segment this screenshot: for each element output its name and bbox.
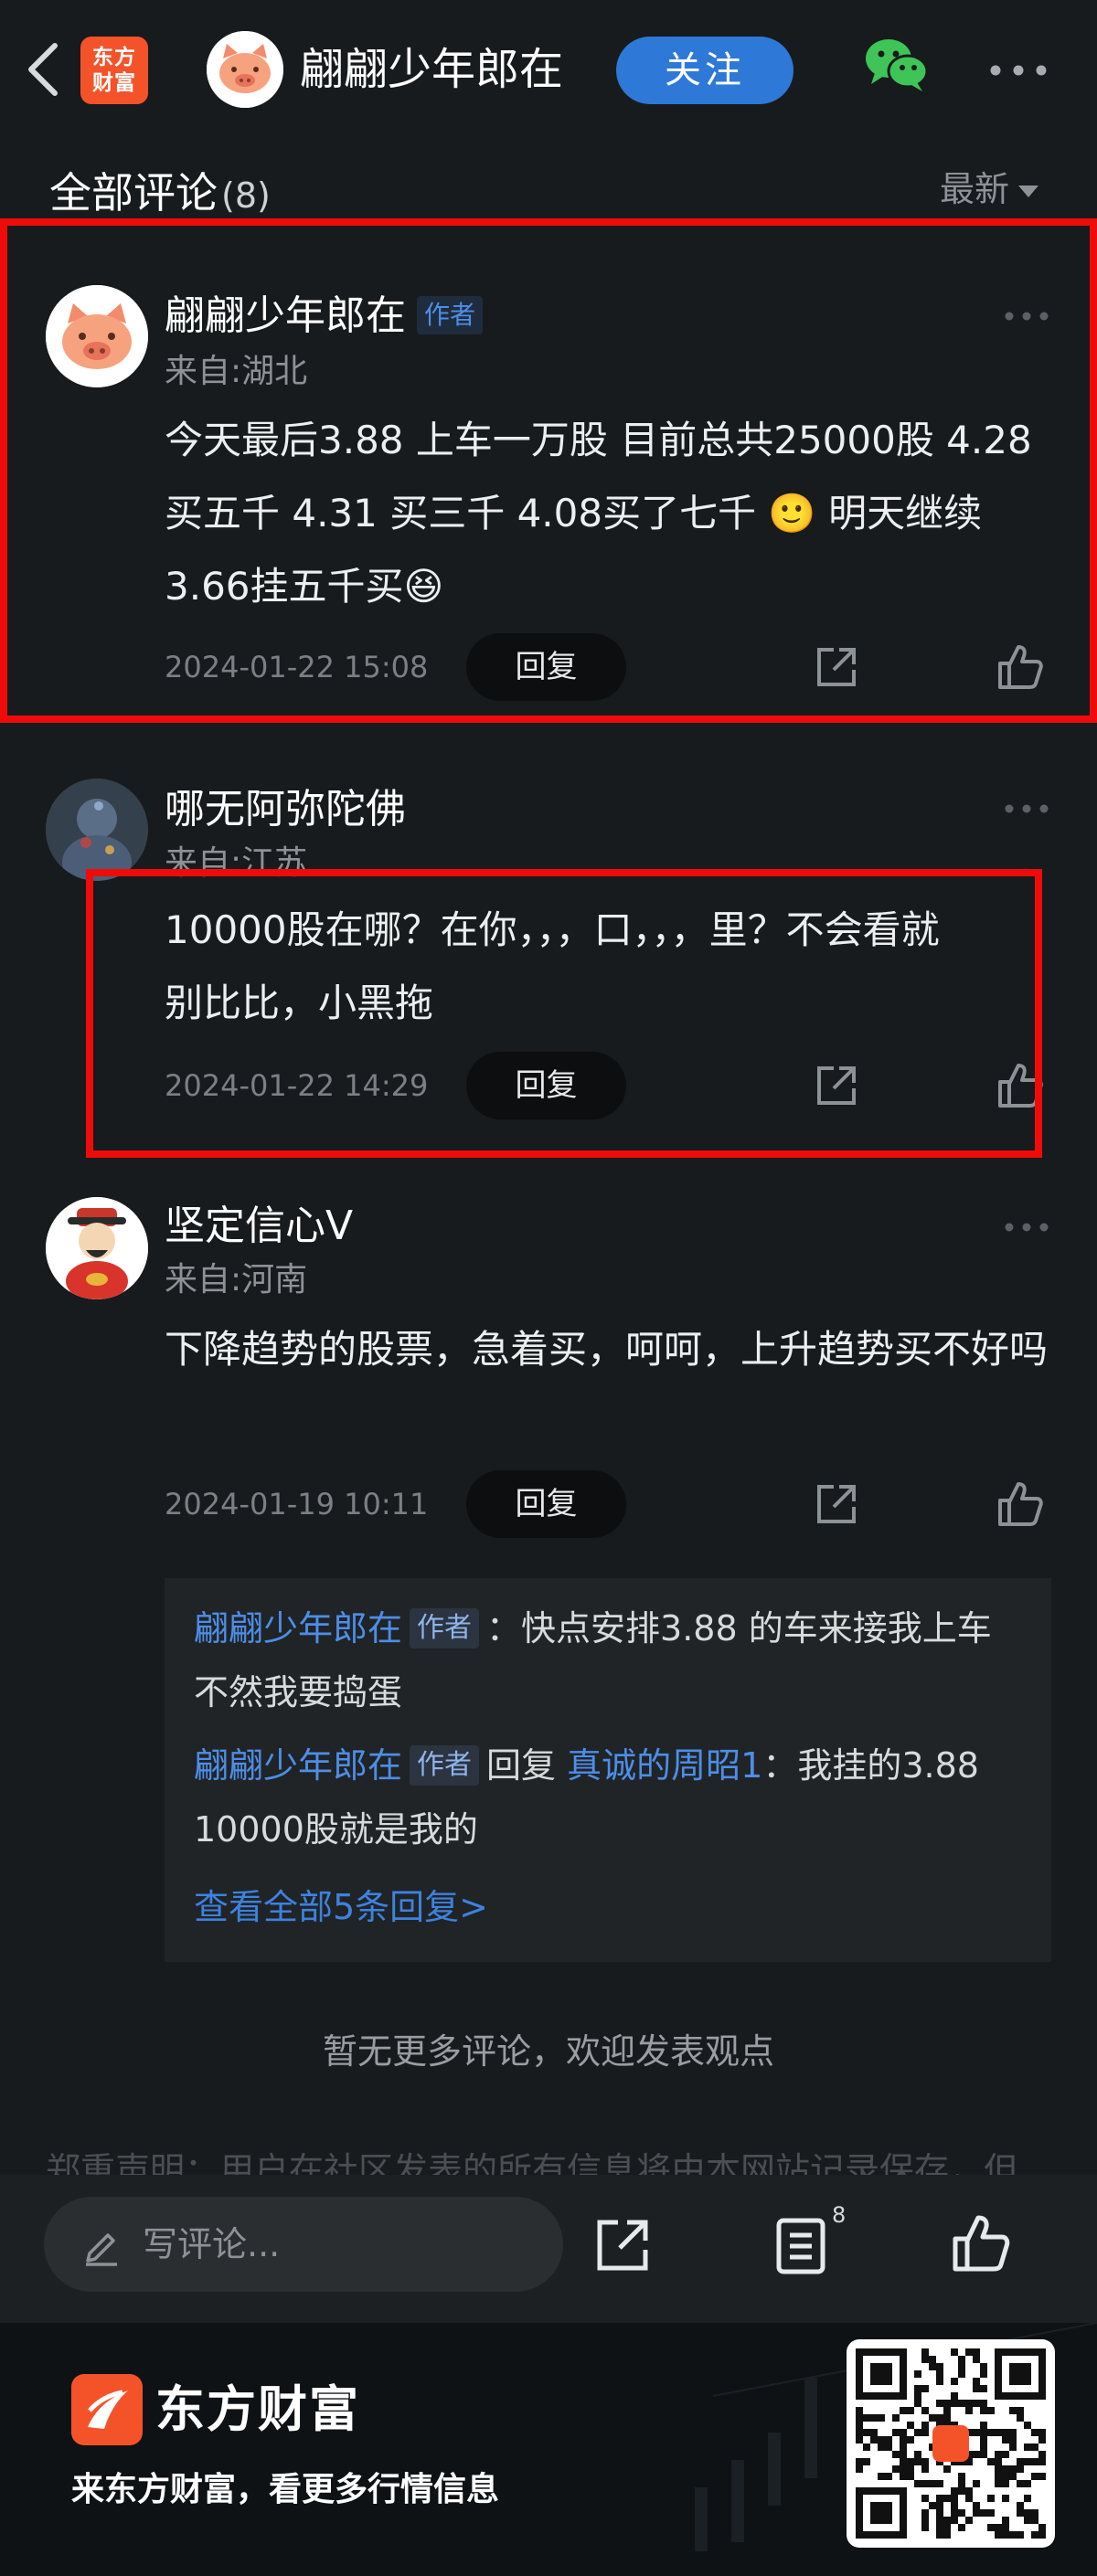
bottom-action-bar: 写评论... 8 [0,2175,1097,2323]
comment-time: 2024-01-22 15:08 [165,650,429,684]
wechat-share-icon[interactable] [864,37,928,93]
back-arrow-icon[interactable] [20,40,64,99]
reply-username[interactable]: 翩翩少年郎在 [194,1608,402,1648]
sort-label: 最新 [940,169,1010,209]
share-icon[interactable] [594,2217,651,2274]
comment-location: 来自:河南 [165,1261,308,1299]
thumbs-up-icon[interactable] [996,1062,1044,1109]
share-icon[interactable] [814,1063,859,1108]
comment-location: 来自:江苏 [165,844,308,882]
share-icon[interactable] [814,644,859,690]
share-icon[interactable] [814,1481,859,1527]
brand-logo-icon[interactable]: 东方 财富 [80,37,148,104]
thumbs-up-icon[interactable] [951,2213,1011,2274]
chevron-down-icon [1018,186,1039,197]
reply-thread[interactable]: 翩翩少年郎在 作者 ：快点安排3.88 的车来接我上车 不然我要捣蛋 翩翩少年郎在作… [165,1578,1051,1962]
reply-item[interactable]: 翩翩少年郎在 作者 回复 真诚的周昭1：我挂的3.88 10000股就是我的 [194,1733,1035,1861]
comment-username[interactable]: 哪无阿弥陀佛 [165,782,406,837]
comments-header: 全部评论 (8) [49,164,271,224]
pig-avatar-icon [207,31,283,108]
more-options-icon[interactable] [989,64,1048,77]
comment-text: 下降趋势的股票，急着买，呵呵，上升趋势买不好吗 [165,1327,1049,1372]
footer-brand-name: 东方财富 [155,2380,360,2438]
buddha-avatar-icon [46,779,148,881]
comment-username[interactable]: 翩翩少年郎在 作者 [165,289,484,344]
comments-title: 全部评论 [49,168,218,217]
comments-count: (8) [221,175,271,216]
comment-text: 今天最后3.88 上车一万股 目前总共25000股 4.28 买五千 4.31 … [165,418,1032,609]
pen-icon [86,2233,117,2266]
follow-button[interactable]: 关注 [616,37,793,104]
pig-avatar-icon [46,285,148,387]
god-of-wealth-avatar-icon [46,1197,148,1299]
sort-dropdown[interactable]: 最新 [940,164,1039,214]
reply-item[interactable]: 翩翩少年郎在 作者 ：快点安排3.88 的车来接我上车 不然我要捣蛋 [194,1596,1035,1724]
avatar[interactable] [46,1197,148,1299]
top-nav-bar: 东方 财富 翩翩少年郎在 关注 [0,0,1097,137]
more-options-icon[interactable] [1004,1221,1049,1234]
comments-list-icon[interactable] [775,2217,830,2275]
reply-button[interactable]: 回复 [466,1470,626,1538]
thumbs-up-icon[interactable] [996,1480,1044,1528]
more-options-icon[interactable] [1004,310,1049,323]
comment-time: 2024-01-19 10:11 [165,1487,429,1521]
author-tag: 作者 [410,1745,480,1786]
comment-location: 来自:湖北 [165,353,308,390]
header-author-name[interactable]: 翩翩少年郎在 [300,40,563,99]
comment-time: 2024-01-22 14:29 [165,1068,429,1103]
comment-input[interactable]: 写评论... [44,2197,563,2292]
thumbs-up-icon[interactable] [996,643,1044,691]
reply-button[interactable]: 回复 [466,1052,626,1119]
reply-button[interactable]: 回复 [466,633,626,701]
author-avatar[interactable] [207,31,283,108]
avatar[interactable] [46,779,148,881]
reply-word: 回复 [486,1745,557,1786]
view-all-replies-link[interactable]: 查看全部5条回复> [194,1880,488,1935]
reply-username[interactable]: 翩翩少年郎在 [194,1745,402,1786]
footer-slogan: 来东方财富，看更多行情信息 [71,2471,500,2508]
no-more-comments-text: 暂无更多评论，欢迎发表观点 [322,2031,774,2072]
avatar[interactable] [46,285,148,387]
reply-target-username[interactable]: 真诚的周昭1 [567,1745,762,1786]
author-tag: 作者 [417,296,484,334]
qr-code [847,2339,1055,2548]
comment-username[interactable]: 坚定信心V [165,1199,353,1254]
comment-count-badge: 8 [832,2202,847,2228]
app-promo-footer: 东方财富 来东方财富，看更多行情信息 [0,2323,1097,2576]
qr-code-icon [856,2348,1046,2539]
author-tag: 作者 [410,1608,480,1648]
comment-text: 10000股在哪？在你，，，口，，，里？不会看就别比比，小黑拖 [165,907,940,1025]
more-options-icon[interactable] [1004,802,1049,815]
comment-input-placeholder: 写评论... [143,2224,281,2264]
brand-logo-icon [71,2374,143,2445]
